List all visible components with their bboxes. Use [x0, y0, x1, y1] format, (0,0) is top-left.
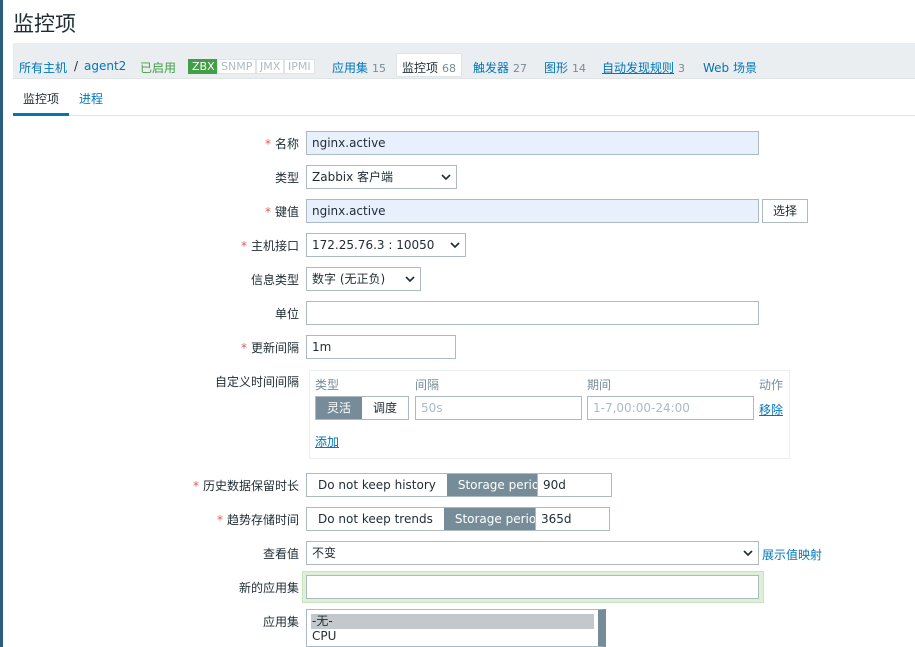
breadcrumb-all-hosts[interactable]: 所有主机 [19, 59, 67, 76]
nav-web-scenarios[interactable]: Web 场景 [703, 59, 757, 76]
intervals-header-interval: 间隔 [415, 378, 440, 392]
interval-type-scheduling[interactable]: 调度 [362, 397, 409, 419]
badge-snmp: SNMP [217, 59, 257, 74]
key-select-button[interactable]: 选择 [762, 199, 809, 223]
nav-applications[interactable]: 应用集 15 [332, 59, 386, 76]
interval-add-link[interactable]: 添加 [315, 433, 339, 450]
applications-listbox[interactable]: -无- CPU [306, 609, 606, 647]
new-application-label: 新的应用集 [238, 581, 299, 595]
history-do-not-keep[interactable]: Do not keep history [307, 474, 447, 496]
intervals-header-type: 类型 [315, 378, 340, 392]
nav-graphs[interactable]: 图形 14 [544, 59, 586, 76]
new-application-input[interactable] [306, 575, 759, 599]
host-status: 已启用 [140, 61, 177, 75]
delay-input[interactable]: 1m [306, 335, 456, 359]
badge-jmx: JMX [256, 59, 285, 74]
nav-triggers[interactable]: 触发器 27 [473, 59, 527, 76]
chevron-down-icon [441, 174, 451, 181]
chevron-down-icon [405, 276, 415, 283]
intervals-header-action: 动作 [759, 378, 784, 392]
name-input[interactable]: nginx.active [306, 131, 759, 155]
custom-intervals-label: 自定义时间间隔 [214, 375, 299, 389]
value-type-label: 信息类型 [250, 273, 299, 287]
badge-zbx: ZBX [188, 59, 219, 74]
trends-label: * 趋势存储时间 [216, 513, 299, 527]
tab-item[interactable]: 监控项 [13, 91, 70, 116]
interval-type-toggle: 灵活 调度 [315, 396, 410, 420]
period-input[interactable]: 1-7,00:00-24:00 [587, 396, 754, 420]
breadcrumb-host[interactable]: agent2 [84, 59, 126, 73]
trends-mode-toggle: Do not keep trends Storage period [306, 507, 556, 531]
delay-label: * 更新间隔 [240, 341, 299, 355]
host-navigation-bar: 所有主机 / agent2 已启用 ZBX SNMP JMX IPMI 应用集 1… [13, 43, 915, 79]
form-tabs: 监控项 进程 [13, 87, 915, 116]
application-option-cpu[interactable]: CPU [307, 629, 598, 644]
interface-select[interactable]: 172.25.76.3 : 10050 [306, 233, 466, 257]
key-label: * 键值 [264, 205, 299, 219]
breadcrumb-separator: / [74, 59, 79, 73]
intervals-header-period: 期间 [587, 378, 612, 392]
nav-items-current[interactable]: 监控项 68 [396, 53, 463, 77]
units-input[interactable] [306, 301, 759, 325]
valuemap-select[interactable]: 不变 [306, 541, 759, 565]
history-input[interactable]: 90d [537, 473, 612, 497]
show-value-mappings-link[interactable]: 展示值映射 [762, 546, 822, 563]
valuemap-label: 查看值 [262, 547, 299, 561]
value-type-select[interactable]: 数字 (无正负) [306, 267, 421, 291]
custom-intervals-table: 类型 间隔 期间 动作 灵活 调度 50s 1-7,00:00-24:00 移除… [309, 370, 790, 459]
page-title: 监控项 [13, 12, 76, 36]
type-select[interactable]: Zabbix 客户端 [306, 165, 457, 189]
name-label: * 名称 [264, 137, 299, 151]
interface-label: * 主机接口 [240, 239, 299, 253]
units-label: 单位 [274, 307, 299, 321]
interval-input[interactable]: 50s [415, 396, 582, 420]
history-mode-toggle: Do not keep history Storage period [306, 473, 559, 497]
badge-ipmi: IPMI [284, 59, 315, 74]
tab-preprocessing[interactable]: 进程 [69, 91, 113, 116]
type-label: 类型 [274, 171, 299, 185]
application-option-none[interactable]: -无- [311, 614, 594, 629]
trends-input[interactable]: 365d [535, 507, 610, 531]
interval-type-flexible[interactable]: 灵活 [316, 397, 363, 419]
interval-remove-link[interactable]: 移除 [759, 401, 783, 418]
page: 监控项 所有主机 / agent2 已启用 ZBX SNMP JMX IPMI … [3, 0, 915, 647]
trends-do-not-keep[interactable]: Do not keep trends [307, 508, 444, 530]
chevron-down-icon [743, 550, 753, 557]
chevron-down-icon [450, 242, 460, 249]
key-input[interactable]: nginx.active [306, 199, 759, 223]
nav-discovery-rules[interactable]: 自动发现规则 3 [602, 59, 685, 76]
applications-label: 应用集 [262, 615, 299, 629]
history-label: * 历史数据保留时长 [192, 479, 299, 493]
